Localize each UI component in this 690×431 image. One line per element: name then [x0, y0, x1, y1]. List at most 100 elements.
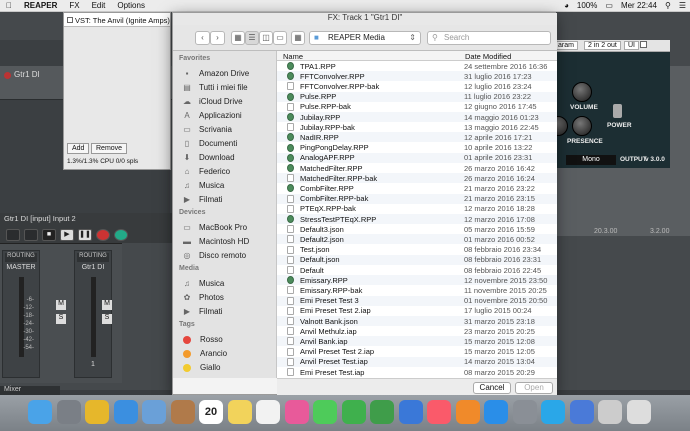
file-list[interactable]: Name Date Modified TPA1.RPP 24 settembre … — [277, 51, 557, 378]
fx-enable-checkbox[interactable] — [67, 17, 73, 23]
file-row[interactable]: CombFilter.RPP-bak 21 marzo 2016 23:15 — [277, 193, 557, 204]
record-arm-button[interactable] — [4, 72, 11, 79]
file-row[interactable]: Anvil Methulz.iap 23 marzo 2015 20:25 — [277, 326, 557, 336]
dock-settings-icon[interactable] — [512, 400, 537, 424]
record-button[interactable] — [96, 229, 110, 241]
master-routing-button[interactable]: ROUTING — [5, 253, 37, 262]
sidebar-item-favorite[interactable]: ▭ Scrivania — [181, 123, 275, 136]
menu-list-icon[interactable]: ☰ — [675, 1, 690, 10]
file-row[interactable]: TPA1.RPP 24 settembre 2016 16:36 — [277, 61, 557, 71]
cancel-button[interactable]: Cancel — [473, 382, 511, 394]
dock-music-icon[interactable] — [427, 400, 451, 424]
menu-app-reaper[interactable]: REAPER — [18, 1, 63, 10]
dock-trash-icon[interactable] — [626, 400, 651, 424]
dock-chrome-icon[interactable] — [85, 400, 109, 424]
file-row[interactable]: Anvil Preset Test 2.iap 15 marzo 2015 12:… — [277, 347, 557, 357]
dock-reminders-icon[interactable] — [256, 400, 280, 424]
battery-icon[interactable]: ▭ — [601, 1, 617, 10]
volume-knob[interactable] — [572, 82, 592, 102]
file-row[interactable]: Anvil Bank.iap 15 marzo 2015 12:08 — [277, 336, 557, 347]
file-row[interactable]: PTEqX.RPP-bak 12 marzo 2016 18:28 — [277, 204, 557, 214]
track-fader[interactable] — [90, 277, 96, 357]
sidebar-item-tag[interactable]: Rosso — [181, 333, 275, 346]
sidebar-item-device[interactable]: ▭ MacBook Pro — [181, 221, 275, 234]
solo-button[interactable]: S — [56, 314, 66, 324]
file-row[interactable]: Pulse.RPP-bak 12 giugno 2016 17:45 — [277, 102, 557, 112]
open-button[interactable]: Open — [515, 382, 553, 394]
sidebar-item-favorite[interactable]: ⌂ Federico — [181, 165, 275, 178]
stop-button[interactable]: ■ — [42, 229, 56, 241]
dock-notes-icon[interactable] — [227, 400, 252, 424]
sidebar-item-media[interactable]: ♫ Musica — [181, 277, 275, 290]
dock-calendar-icon[interactable]: 20 — [199, 400, 223, 424]
dock-books-icon[interactable] — [455, 400, 480, 424]
file-row[interactable]: StressTestPTEqX.RPP 12 marzo 2016 17:08 — [277, 214, 557, 224]
dock-mail-icon[interactable] — [142, 400, 166, 424]
forward-button[interactable]: › — [210, 31, 225, 45]
file-row[interactable]: Emi Preset Test 3 01 novembre 2015 20:50 — [277, 295, 557, 306]
sidebar-item-device[interactable]: ◎ Disco remoto — [181, 249, 275, 262]
wifi-icon[interactable]: ◕ — [560, 1, 573, 10]
sidebar-item-tag[interactable]: Arancio — [181, 347, 275, 360]
mixer-tab[interactable]: Mixer — [0, 386, 60, 395]
sidebar-item-tag[interactable]: Giallo — [181, 361, 275, 374]
icon-view-icon[interactable]: ▦ — [231, 31, 245, 45]
ui-button[interactable]: UI — [624, 41, 639, 50]
file-row[interactable]: Emi Preset Test.iap 08 marzo 2015 20:29 — [277, 367, 557, 377]
dock-launchpad-icon[interactable] — [56, 400, 81, 424]
remove-fx-button[interactable]: Remove — [91, 143, 128, 154]
folder-selector[interactable]: ■ REAPER Media ⇕ — [309, 31, 421, 45]
file-row[interactable]: Pulse.RPP 11 luglio 2016 23:22 — [277, 91, 557, 102]
param-button[interactable]: aram — [554, 41, 578, 50]
dock-messages-icon[interactable] — [313, 400, 337, 424]
dock-photos-icon[interactable] — [284, 400, 309, 424]
column-view-icon[interactable]: ◫ — [259, 31, 273, 45]
file-row[interactable]: Emissary.RPP-bak 11 novembre 2015 20:25 — [277, 285, 557, 295]
file-row[interactable]: Test.json 08 febbraio 2016 23:34 — [277, 245, 557, 255]
file-row[interactable]: Default2.json 01 marzo 2016 00:52 — [277, 234, 557, 245]
sidebar-item-favorite[interactable]: ⬇ Download — [181, 151, 275, 164]
back-button[interactable]: ‹ — [195, 31, 210, 45]
battery-percent[interactable]: 100% — [573, 1, 601, 10]
column-date-header[interactable]: Date Modified — [465, 52, 511, 61]
add-fx-button[interactable]: Add — [67, 143, 90, 154]
sidebar-item-favorite[interactable]: ▯ Documenti — [181, 137, 275, 150]
file-row[interactable]: Default 08 febbraio 2016 22:45 — [277, 265, 557, 275]
menu-options[interactable]: Options — [111, 1, 151, 10]
sidebar-item-favorite[interactable]: ♫ Musica — [181, 179, 275, 192]
track-mute-button[interactable]: M — [102, 300, 112, 310]
apple-icon[interactable]:  — [0, 1, 18, 10]
sidebar-item-favorite[interactable]: ▤ Tutti i miei file — [181, 81, 275, 94]
file-row[interactable]: Emi Preset Test 2.iap 17 luglio 2015 00:2… — [277, 306, 557, 316]
dock-keynote-icon[interactable] — [398, 400, 423, 424]
dock-skype-icon[interactable] — [541, 400, 565, 424]
cover-flow-icon[interactable]: ▭ — [273, 31, 287, 45]
clock[interactable]: Mer 22:44 — [617, 1, 661, 10]
menu-edit[interactable]: Edit — [86, 1, 112, 10]
io-button[interactable]: 2 in 2 out — [584, 41, 621, 50]
file-row[interactable]: Default.json 08 febbraio 2016 23:31 — [277, 254, 557, 265]
file-row[interactable]: FFTConvolver.RPP-bak 12 luglio 2016 23:24 — [277, 81, 557, 91]
search-input[interactable]: ⚲ Search — [427, 31, 551, 45]
column-name-header[interactable]: Name — [283, 52, 303, 61]
bypass-checkbox[interactable] — [640, 41, 647, 48]
track-name[interactable]: Gtr1 DI — [14, 70, 40, 79]
file-row[interactable]: NadIR.RPP 12 aprile 2016 17:21 — [277, 132, 557, 143]
sidebar-item-favorite[interactable]: ▶ Filmati — [181, 193, 275, 206]
pause-button[interactable]: ❚❚ — [78, 229, 92, 241]
file-row[interactable]: CombFilter.RPP 21 marzo 2016 23:22 — [277, 183, 557, 193]
file-row[interactable]: Default3.json 05 marzo 2016 15:59 — [277, 224, 557, 234]
loop-button[interactable] — [114, 229, 128, 241]
file-row[interactable]: Emissary.RPP 12 novembre 2015 23:50 — [277, 275, 557, 286]
sidebar-item-favorite[interactable]: ☁ iCloud Drive — [181, 95, 275, 108]
forward-button[interactable] — [24, 229, 38, 241]
sidebar-item-media[interactable]: ✿ Photos — [181, 291, 275, 304]
arrange-icon[interactable]: ▦ — [291, 31, 305, 45]
track-solo-button[interactable]: S — [102, 314, 112, 324]
sidebar-item-device[interactable]: ▬ Macintosh HD — [181, 235, 275, 248]
menu-fx[interactable]: FX — [63, 1, 85, 10]
spotlight-icon[interactable]: ⚲ — [661, 1, 675, 10]
fx-chain-item[interactable]: VST: The Anvil (Ignite Amps) — [64, 13, 170, 27]
dock-xcode-icon[interactable] — [569, 400, 594, 424]
sidebar-item-favorite[interactable]: ▪ Amazon Drive — [181, 67, 275, 80]
